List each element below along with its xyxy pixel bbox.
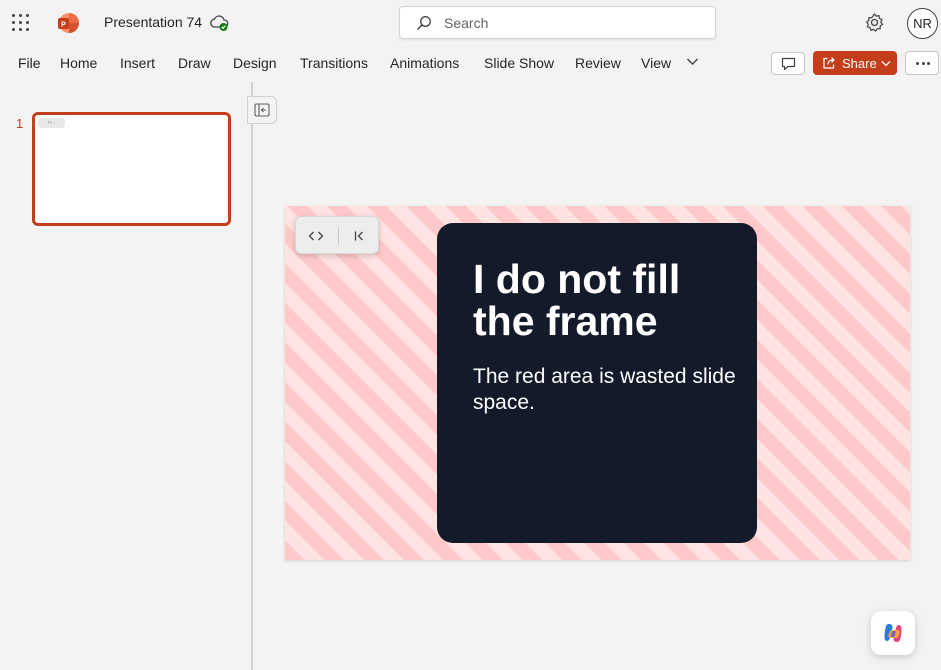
first-slide-icon[interactable] [352,229,366,243]
code-icon[interactable] [308,229,324,243]
tab-slide-show[interactable]: Slide Show [484,55,554,71]
search-icon [417,16,431,30]
tab-review[interactable]: Review [575,55,621,71]
share-chevron-down-icon [881,61,891,67]
content-card[interactable]: I do not fill the frame The red area is … [437,223,757,543]
tab-file[interactable]: File [18,55,41,71]
pane-divider[interactable] [251,82,253,670]
comment-icon [781,57,796,71]
copilot-button[interactable] [871,611,915,655]
collapse-pane-icon [254,103,270,117]
document-title[interactable]: Presentation 74 [104,14,202,30]
share-label: Share [842,56,877,71]
search-placeholder: Search [444,15,489,31]
slide-body-text[interactable]: The red area is wasted slide space. [473,364,743,416]
settings-gear-icon[interactable] [864,12,885,33]
tab-view[interactable]: View [641,55,671,71]
slide-thumbnail-number: 1 [16,116,24,131]
svg-text:P: P [61,22,66,29]
tab-draw[interactable]: Draw [178,55,211,71]
tab-design[interactable]: Design [233,55,277,71]
user-avatar[interactable]: NR [907,8,938,39]
slide-thumbnail[interactable]: ‹› · [32,112,231,226]
slide-title[interactable]: I do not fill the frame [473,258,743,342]
tab-transitions[interactable]: Transitions [300,55,368,71]
comments-button[interactable] [771,52,805,75]
tab-insert[interactable]: Insert [120,55,155,71]
slide-mini-toolbar [295,216,379,254]
more-options-icon[interactable] [905,51,939,75]
chevron-down-icon[interactable] [686,57,699,66]
title-bar: P Presentation 74 Search NR [0,0,941,46]
thumbnail-chip: ‹› · [38,118,65,128]
tab-home[interactable]: Home [60,55,97,71]
cloud-saved-icon[interactable] [209,14,229,32]
tab-animations[interactable]: Animations [390,55,459,71]
slide-canvas[interactable]: I do not fill the frame The red area is … [285,206,910,560]
share-button[interactable]: Share [813,51,897,75]
search-box[interactable]: Search [399,6,716,39]
copilot-icon [884,624,902,642]
powerpoint-logo-icon[interactable]: P [57,12,79,34]
collapse-pane-button[interactable] [247,96,277,124]
share-icon [823,57,835,69]
app-launcher-icon[interactable] [12,14,29,31]
